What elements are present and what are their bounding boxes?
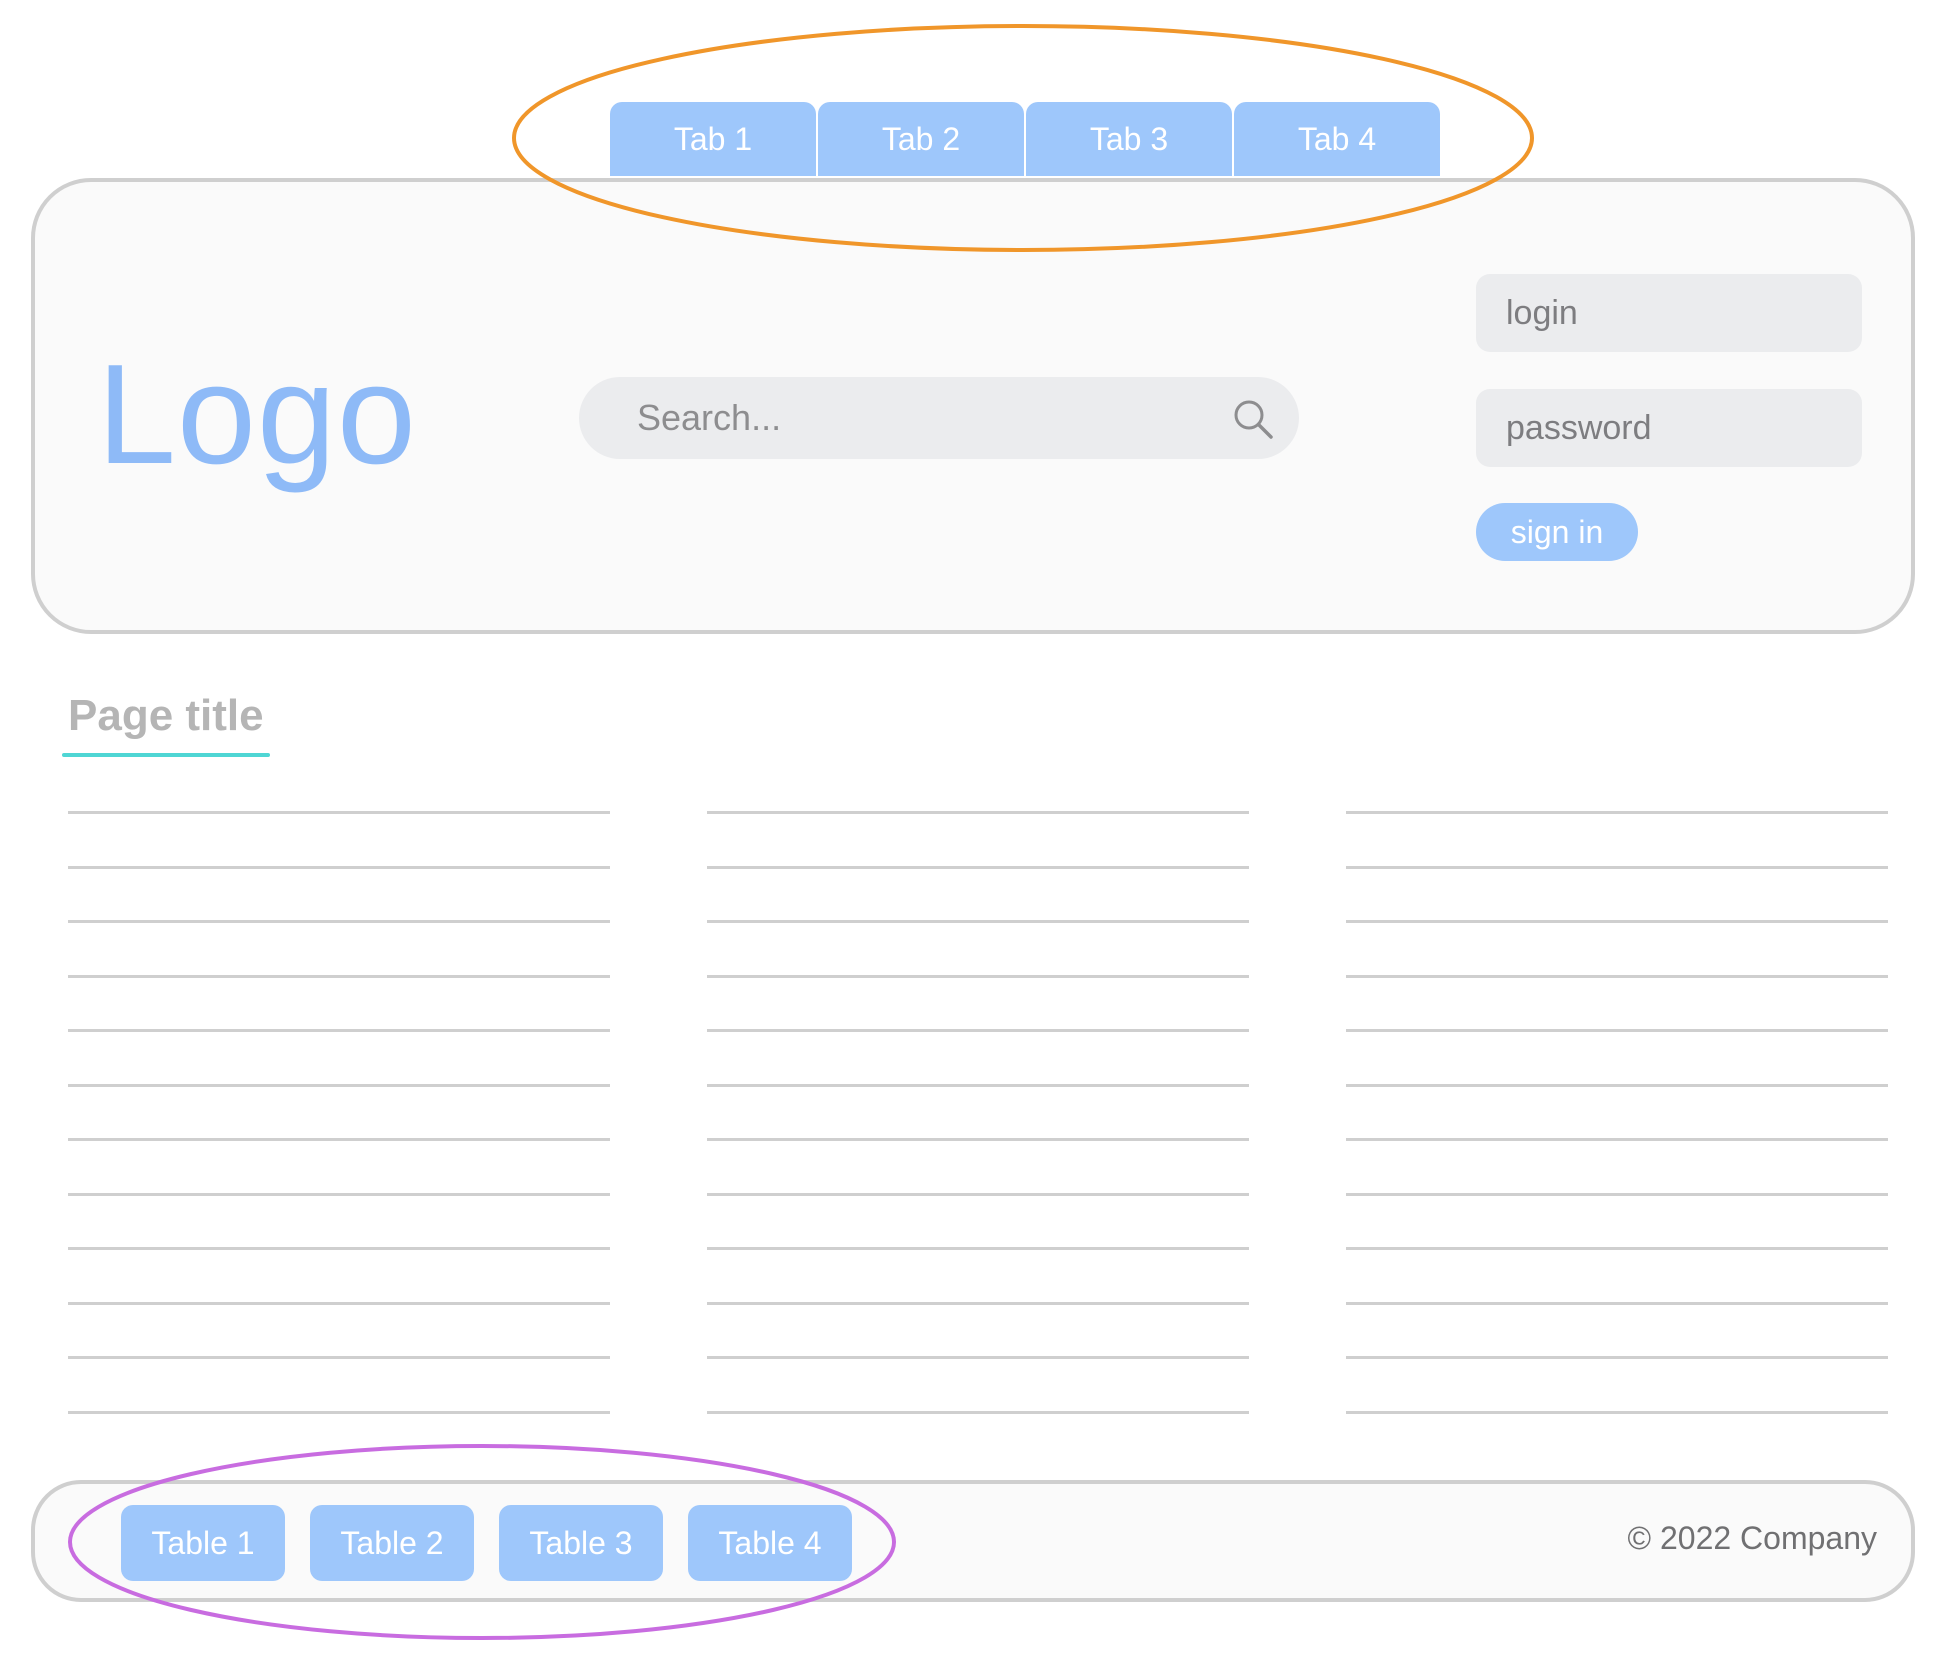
search-input[interactable]: Search... xyxy=(579,377,1299,459)
text-line-placeholder xyxy=(68,865,610,869)
text-line-placeholder xyxy=(707,1301,1249,1305)
text-line-placeholder xyxy=(1346,1083,1888,1087)
copyright-text: © 2022 Company xyxy=(1627,1520,1878,1556)
text-line-placeholder xyxy=(1346,920,1888,923)
text-line-placeholder xyxy=(1346,1301,1888,1305)
page-title: Page title xyxy=(68,691,264,740)
text-line-placeholder xyxy=(707,811,1249,814)
tab-3[interactable]: Tab 3 xyxy=(1026,102,1232,176)
logo: Logo xyxy=(97,335,417,494)
search-icon[interactable] xyxy=(1231,397,1275,441)
tab-4[interactable]: Tab 4 xyxy=(1234,102,1440,176)
text-line-placeholder xyxy=(68,1301,610,1305)
text-line-placeholder xyxy=(707,1356,1249,1359)
text-line-placeholder xyxy=(707,865,1249,869)
text-line-placeholder xyxy=(707,974,1249,978)
text-line-placeholder xyxy=(1346,974,1888,978)
text-line-placeholder xyxy=(68,1029,610,1032)
text-line-placeholder xyxy=(1346,1410,1888,1414)
text-line-placeholder xyxy=(707,920,1249,923)
password-field[interactable]: password xyxy=(1476,389,1862,467)
sign-in-button[interactable]: sign in xyxy=(1476,503,1638,561)
text-line-placeholder xyxy=(707,1192,1249,1196)
text-line-placeholder xyxy=(68,974,610,978)
text-line-placeholder xyxy=(68,1410,610,1414)
tab-2[interactable]: Tab 2 xyxy=(818,102,1024,176)
text-line-placeholder xyxy=(707,1083,1249,1087)
content-column-1 xyxy=(68,811,610,1465)
header-panel: Logo Search... login password sign in xyxy=(31,178,1915,634)
tab-bar: Tab 1 Tab 2 Tab 3 Tab 4 xyxy=(610,102,1440,176)
text-line-placeholder xyxy=(1346,1247,1888,1250)
text-line-placeholder xyxy=(1346,811,1888,814)
table-1-button[interactable]: Table 1 xyxy=(121,1505,285,1581)
text-line-placeholder xyxy=(1346,865,1888,869)
content-column-3 xyxy=(1346,811,1888,1465)
text-line-placeholder xyxy=(68,1192,610,1196)
table-4-button[interactable]: Table 4 xyxy=(688,1505,852,1581)
text-line-placeholder xyxy=(1346,1192,1888,1196)
text-line-placeholder xyxy=(1346,1029,1888,1032)
text-line-placeholder xyxy=(68,811,610,814)
text-line-placeholder xyxy=(68,1083,610,1087)
text-line-placeholder xyxy=(68,1138,610,1141)
text-line-placeholder xyxy=(68,1356,610,1359)
login-field[interactable]: login xyxy=(1476,274,1862,352)
search-placeholder: Search... xyxy=(637,397,782,438)
table-3-button[interactable]: Table 3 xyxy=(499,1505,663,1581)
text-line-placeholder xyxy=(68,1247,610,1250)
tab-1[interactable]: Tab 1 xyxy=(610,102,816,176)
text-line-placeholder xyxy=(707,1029,1249,1032)
footer-panel: Table 1 Table 2 Table 3 Table 4 © 2022 C… xyxy=(31,1480,1915,1602)
text-line-placeholder xyxy=(1346,1356,1888,1359)
text-line-placeholder xyxy=(707,1247,1249,1250)
table-2-button[interactable]: Table 2 xyxy=(310,1505,474,1581)
content-column-2 xyxy=(707,811,1249,1465)
text-line-placeholder xyxy=(1346,1138,1888,1141)
page-title-underline xyxy=(62,753,270,757)
text-line-placeholder xyxy=(707,1410,1249,1414)
text-line-placeholder xyxy=(707,1138,1249,1141)
text-line-placeholder xyxy=(68,920,610,923)
